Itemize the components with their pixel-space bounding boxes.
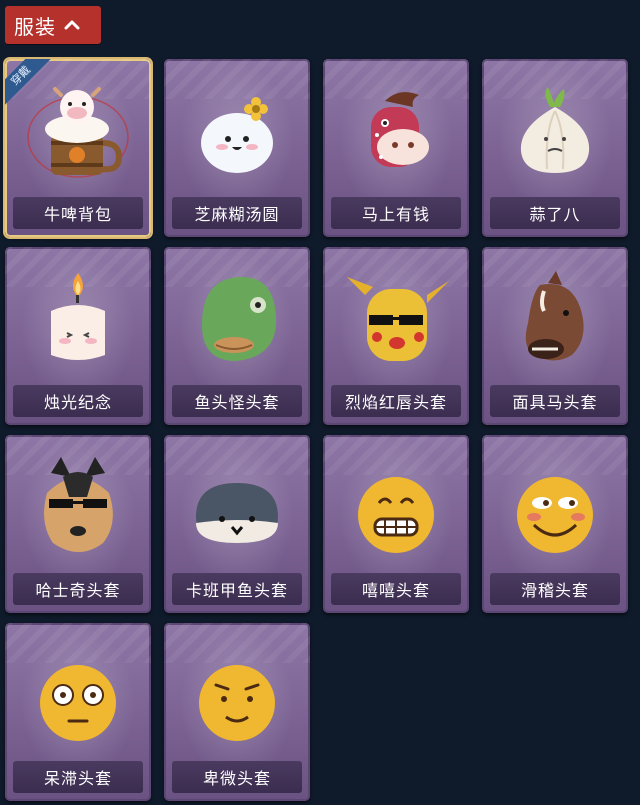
costume-label: 烛光纪念 — [13, 385, 143, 417]
costume-label: 卑微头套 — [172, 761, 302, 793]
yellow-mouse-mask-icon — [347, 277, 449, 361]
costume-label: 滑稽头套 — [490, 573, 620, 605]
costume-label: 烈焰红唇头套 — [331, 385, 461, 417]
dazed-emoji-mask-icon — [40, 665, 116, 741]
costume-label: 蒜了八 — [490, 197, 620, 229]
candle-icon — [51, 273, 105, 360]
costume-card[interactable]: 滑稽头套 — [482, 435, 628, 613]
costume-label: 牛啤背包 — [13, 197, 143, 229]
costume-label: 面具马头套 — [490, 385, 620, 417]
humble-emoji-mask-icon — [199, 665, 275, 741]
garlic-icon — [520, 87, 590, 173]
costume-card[interactable]: 芝麻糊汤圆 — [164, 59, 310, 237]
costume-label: 鱼头怪头套 — [172, 385, 302, 417]
horse-mask-icon — [525, 271, 584, 361]
costume-card[interactable]: 蒜了八 — [482, 59, 628, 237]
pink-horse-icon — [371, 92, 429, 167]
costume-label: 马上有钱 — [331, 197, 461, 229]
fish-mask-icon — [196, 483, 278, 543]
costume-card[interactable]: 面具马头套 — [482, 247, 628, 425]
costume-card[interactable]: 嘻嘻头套 — [323, 435, 469, 613]
costume-card[interactable]: 哈士奇头套 — [5, 435, 151, 613]
costume-label: 卡班甲鱼头套 — [172, 573, 302, 605]
costume-card[interactable]: 穿戴 牛啤背包 — [5, 59, 151, 237]
fish-head-mask-icon — [202, 277, 277, 361]
costume-label: 芝麻糊汤圆 — [172, 197, 302, 229]
equipped-badge: 穿戴 — [5, 59, 57, 111]
costume-label: 呆滞头套 — [13, 761, 143, 793]
costume-card[interactable]: 呆滞头套 — [5, 623, 151, 801]
costume-card[interactable]: 烛光纪念 — [5, 247, 151, 425]
costume-card[interactable]: 卑微头套 — [164, 623, 310, 801]
costume-card[interactable]: 卡班甲鱼头套 — [164, 435, 310, 613]
grin-emoji-mask-icon — [358, 477, 434, 553]
costume-card[interactable]: 鱼头怪头套 — [164, 247, 310, 425]
costume-card[interactable]: 马上有钱 — [323, 59, 469, 237]
costume-label: 哈士奇头套 — [13, 573, 143, 605]
funny-emoji-mask-icon — [517, 477, 593, 553]
sesame-dumpling-icon — [201, 97, 273, 173]
costume-card[interactable]: 烈焰红唇头套 — [323, 247, 469, 425]
husky-mask-icon — [44, 457, 113, 552]
costume-label: 嘻嘻头套 — [331, 573, 461, 605]
costume-grid: 穿戴 牛啤背包 芝麻糊汤圆 马上有钱 蒜了八 烛光纪念 鱼头怪头套 烈焰红唇头套… — [0, 0, 640, 805]
